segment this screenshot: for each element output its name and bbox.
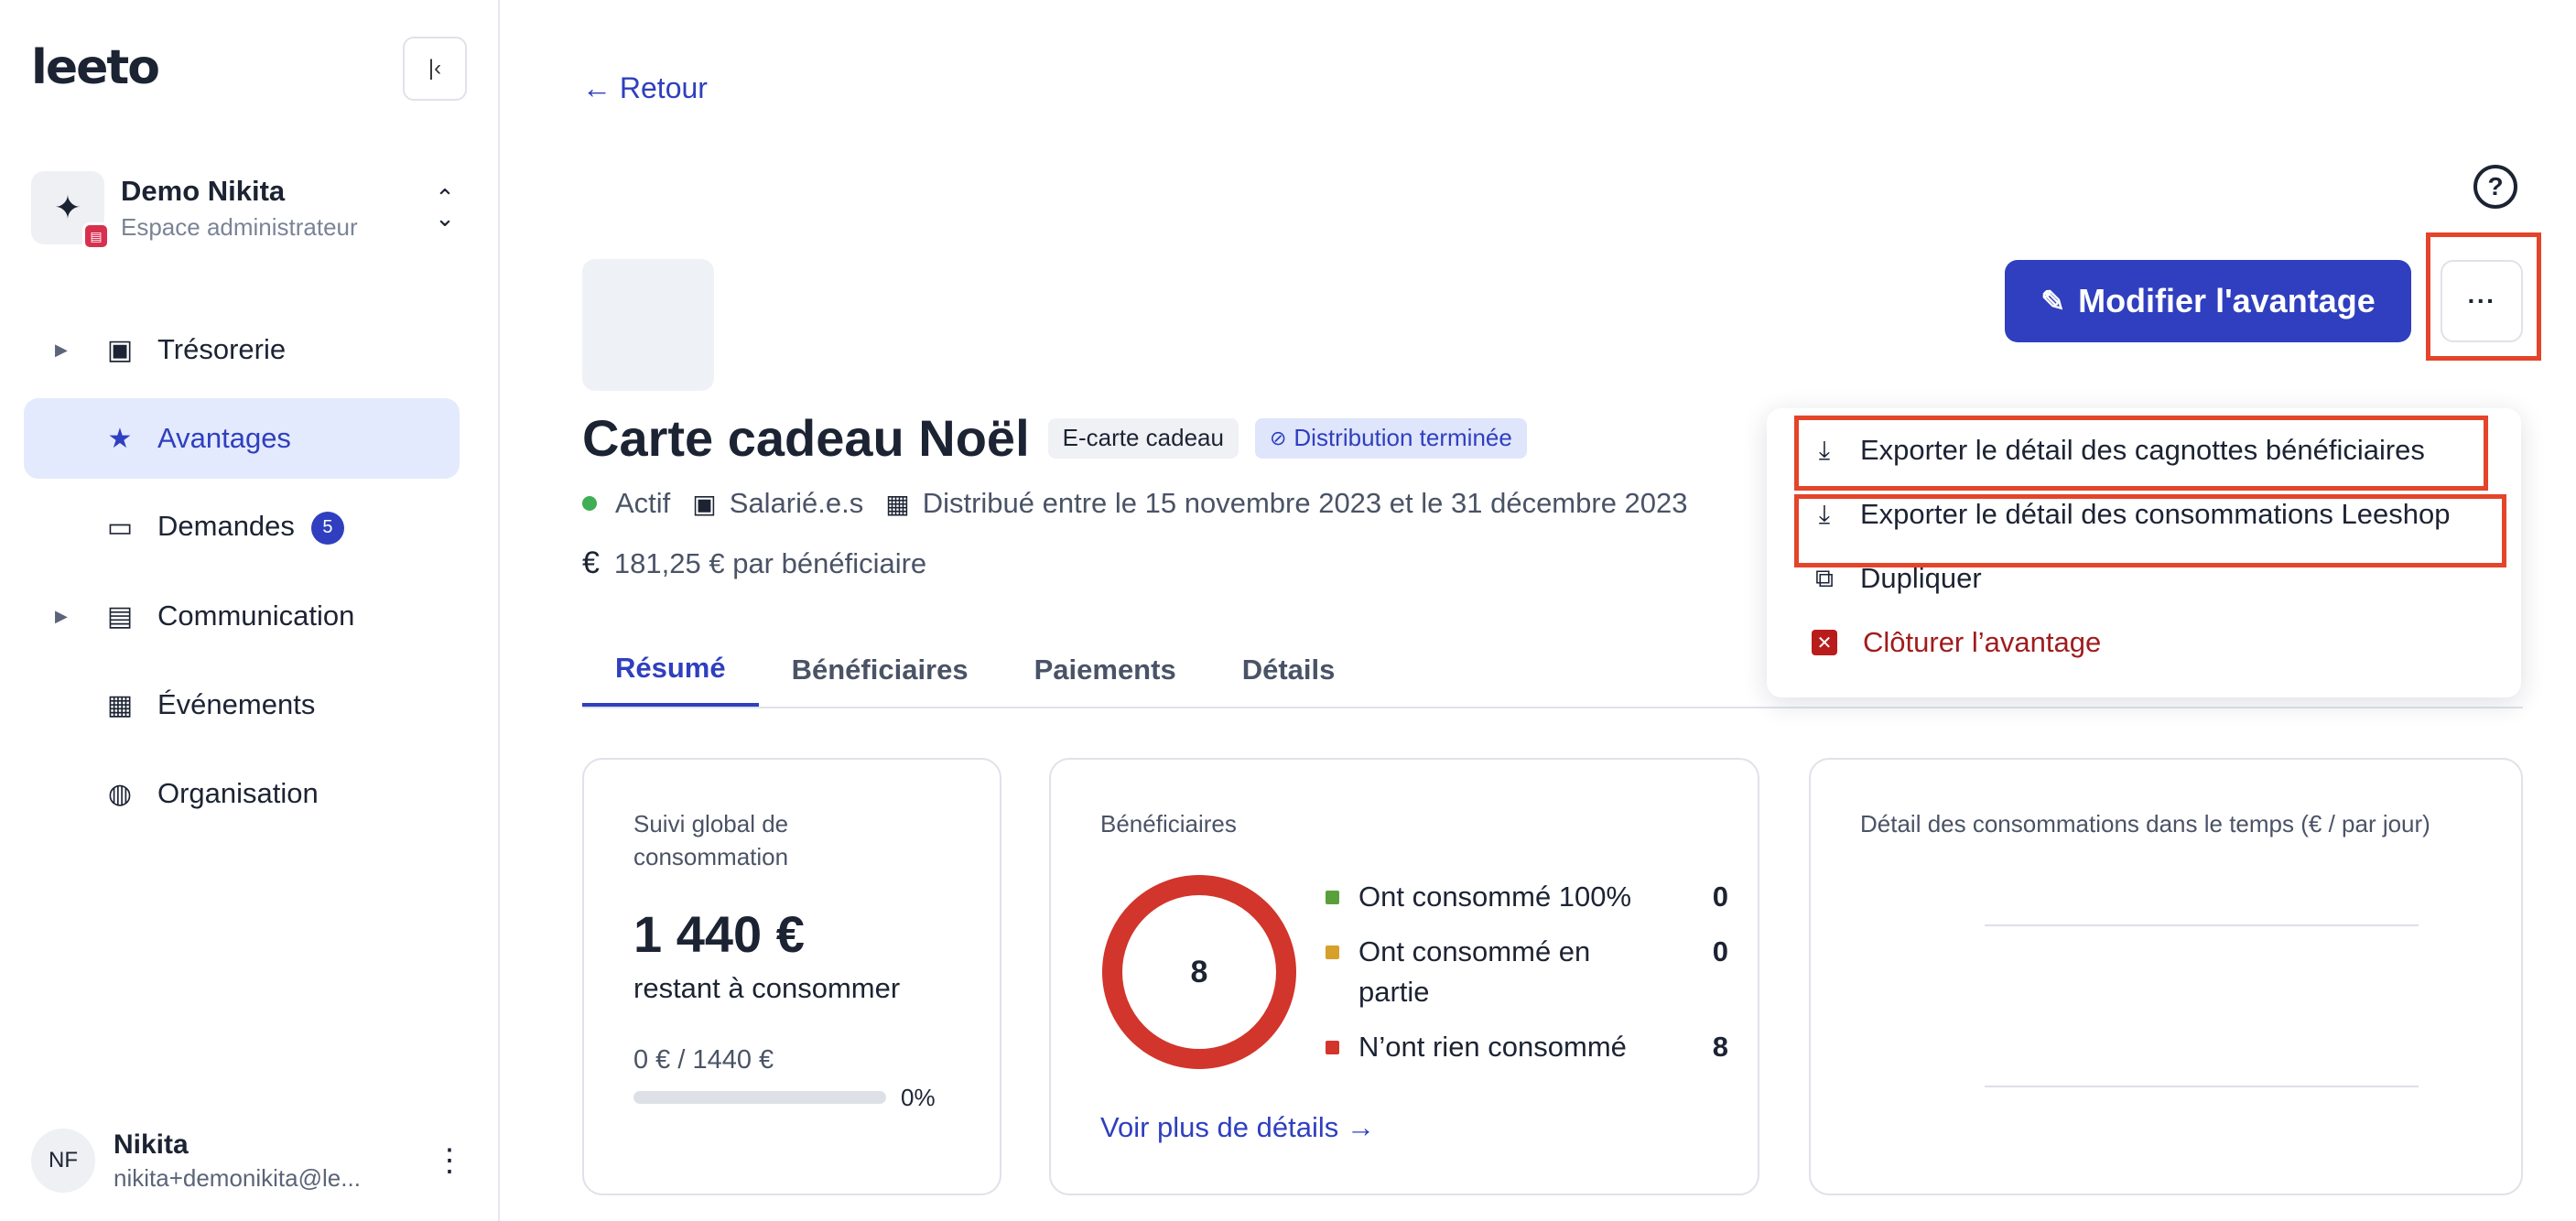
legend-swatch: [1326, 891, 1339, 904]
sidebar-item-evenements[interactable]: ▦ Événements: [24, 665, 460, 745]
workspace-switcher[interactable]: ✦ ▤ Demo Nikita Espace administrateur ⌃ ⌄: [31, 167, 461, 250]
workspace-avatar: ✦ ▤: [31, 171, 110, 250]
status-text: Actif: [615, 487, 671, 519]
tab-details[interactable]: Détails: [1209, 633, 1369, 707]
benefit-image: [582, 259, 714, 391]
more-actions-button[interactable]: ···: [2441, 260, 2523, 342]
legend-value: 8: [1712, 1031, 1728, 1063]
workspace-subtitle: Espace administrateur: [121, 212, 358, 241]
consumption-card: Suivi global de consommation 1 440 € res…: [582, 758, 1001, 1195]
admin-badge-icon: ▤: [82, 222, 110, 250]
period-text: Distribué entre le 15 novembre 2023 et l…: [922, 487, 1688, 519]
sidebar-item-demandes[interactable]: ▭ Demandes 5: [24, 487, 460, 567]
type-tag: E-carte cadeau: [1047, 417, 1239, 459]
legend-item: Ont consommé 100% 0: [1326, 877, 1728, 917]
price-per-beneficiary: € 181,25 € par bénéficiaire: [582, 546, 927, 580]
page-title: Carte cadeau Noël: [582, 409, 1030, 467]
card-title: Bénéficiaires: [1100, 810, 1237, 837]
card-title: Suivi global de consommation: [633, 810, 789, 870]
tab-beneficiaires[interactable]: Bénéficiaires: [759, 633, 1001, 707]
legend-value: 0: [1712, 935, 1728, 967]
collapse-left-icon: |‹: [428, 56, 442, 81]
see-more-details-link[interactable]: Voir plus de détails →: [1100, 1111, 1375, 1144]
legend-item: Ont consommé en partie 0: [1326, 932, 1728, 1012]
badge-icon: ▣: [692, 489, 717, 518]
card-title: Détail des consommations dans le temps (…: [1860, 810, 2430, 837]
remaining-label: restant à consommer: [633, 972, 901, 1004]
consumption-ratio: 0 € / 1440 €: [633, 1045, 774, 1075]
sidebar-item-organisation[interactable]: ◍ Organisation: [24, 753, 460, 834]
euro-icon: €: [582, 546, 600, 580]
help-circle-icon[interactable]: ?: [2473, 165, 2517, 209]
beneficiaries-legend: Ont consommé 100% 0 Ont consommé en part…: [1326, 877, 1728, 1082]
status-badge: ⊘ Distribution terminée: [1254, 417, 1527, 459]
sidebar-item-label: Demandes 5: [157, 510, 344, 545]
user-name: Nikita: [114, 1129, 189, 1160]
more-vertical-icon[interactable]: ⋮: [434, 1142, 465, 1179]
sidebar-item-label: Organisation: [157, 777, 319, 809]
tab-paiements[interactable]: Paiements: [1001, 633, 1209, 707]
close-box-icon: ✕: [1812, 630, 1837, 655]
sidebar-item-label: Avantages: [157, 422, 291, 454]
star-icon: ★: [107, 423, 133, 454]
caret-right-icon[interactable]: ▶: [55, 607, 68, 626]
legend-swatch: [1326, 945, 1339, 959]
active-status-icon: [582, 496, 597, 511]
sidebar-item-tresorerie[interactable]: ▶ ▣ Trésorerie: [24, 309, 460, 390]
organisation-icon: ◍: [107, 778, 133, 809]
avatar: NF: [31, 1129, 95, 1193]
count-badge: 5: [310, 511, 344, 545]
sidebar: leeto |‹ ✦ ▤ Demo Nikita Espace administ…: [0, 0, 500, 1221]
consumption-percent: 0%: [901, 1084, 936, 1111]
workspace-name: Demo Nikita: [121, 174, 286, 207]
beneficiaries-card: Bénéficiaires 8 Ont consommé 100% 0 Ont …: [1049, 758, 1759, 1195]
legend-item: N’ont rien consommé 8: [1326, 1027, 1728, 1067]
edit-benefit-button[interactable]: ✎ Modifier l'avantage: [2005, 260, 2411, 342]
menu-item-close-benefit[interactable]: ✕ Clôturer l’avantage: [1809, 626, 2101, 659]
inbox-icon: ▭: [106, 512, 134, 543]
benefit-meta: Actif ▣ Salarié.e.s ▦ Distribué entre le…: [582, 487, 1688, 520]
wallet-icon: ▣: [106, 334, 134, 365]
collapse-sidebar-button[interactable]: |‹: [403, 37, 467, 101]
title-row: Carte cadeau Noël E-carte cadeau ⊘ Distr…: [582, 408, 1527, 468]
check-circle-icon: ⊘: [1269, 426, 1287, 449]
remaining-amount: 1 440 €: [633, 905, 805, 963]
leeto-logo[interactable]: leeto: [31, 40, 160, 95]
back-link[interactable]: ← Retour: [582, 71, 708, 105]
pencil-icon: ✎: [2040, 285, 2066, 318]
tab-resume[interactable]: Résumé: [582, 633, 759, 707]
sparkles-icon: ✦: [53, 189, 82, 226]
caret-right-icon[interactable]: ▶: [55, 340, 68, 360]
arrow-left-icon: ←: [582, 71, 612, 104]
timeline-card: Détail des consommations dans le temps (…: [1809, 758, 2523, 1195]
consumption-progress-bar: [633, 1091, 886, 1104]
chart-gridline: [1985, 1086, 2419, 1087]
sidebar-nav: ▶ ▣ Trésorerie ★ Avantages ▭ Demandes 5 ▶…: [24, 309, 460, 842]
sidebar-item-communication[interactable]: ▶ ▤ Communication: [24, 576, 460, 656]
calendar-icon: ▦: [106, 689, 134, 720]
sidebar-item-label: Événements: [157, 688, 316, 720]
chart-gridline: [1985, 924, 2419, 926]
highlight-frame: [1794, 416, 2488, 491]
highlight-frame: [1794, 494, 2506, 567]
chevron-up-down-icon[interactable]: ⌃ ⌄: [428, 186, 461, 230]
donut-total: 8: [1190, 954, 1208, 989]
sidebar-item-label: Communication: [157, 600, 355, 632]
legend-value: 0: [1712, 881, 1728, 913]
calendar-icon: ▦: [885, 489, 910, 518]
user-profile[interactable]: NF Nikita nikita+demonikita@le... ⋮: [31, 1124, 465, 1197]
user-email: nikita+demonikita@le...: [114, 1163, 361, 1192]
legend-swatch: [1326, 1041, 1339, 1054]
newspaper-icon: ▤: [106, 600, 134, 632]
sidebar-item-label: Trésorerie: [157, 333, 287, 365]
copy-icon: ⧉: [1815, 563, 1834, 592]
audience-text: Salarié.e.s: [729, 487, 864, 519]
sidebar-item-avantages[interactable]: ★ Avantages: [24, 398, 460, 479]
